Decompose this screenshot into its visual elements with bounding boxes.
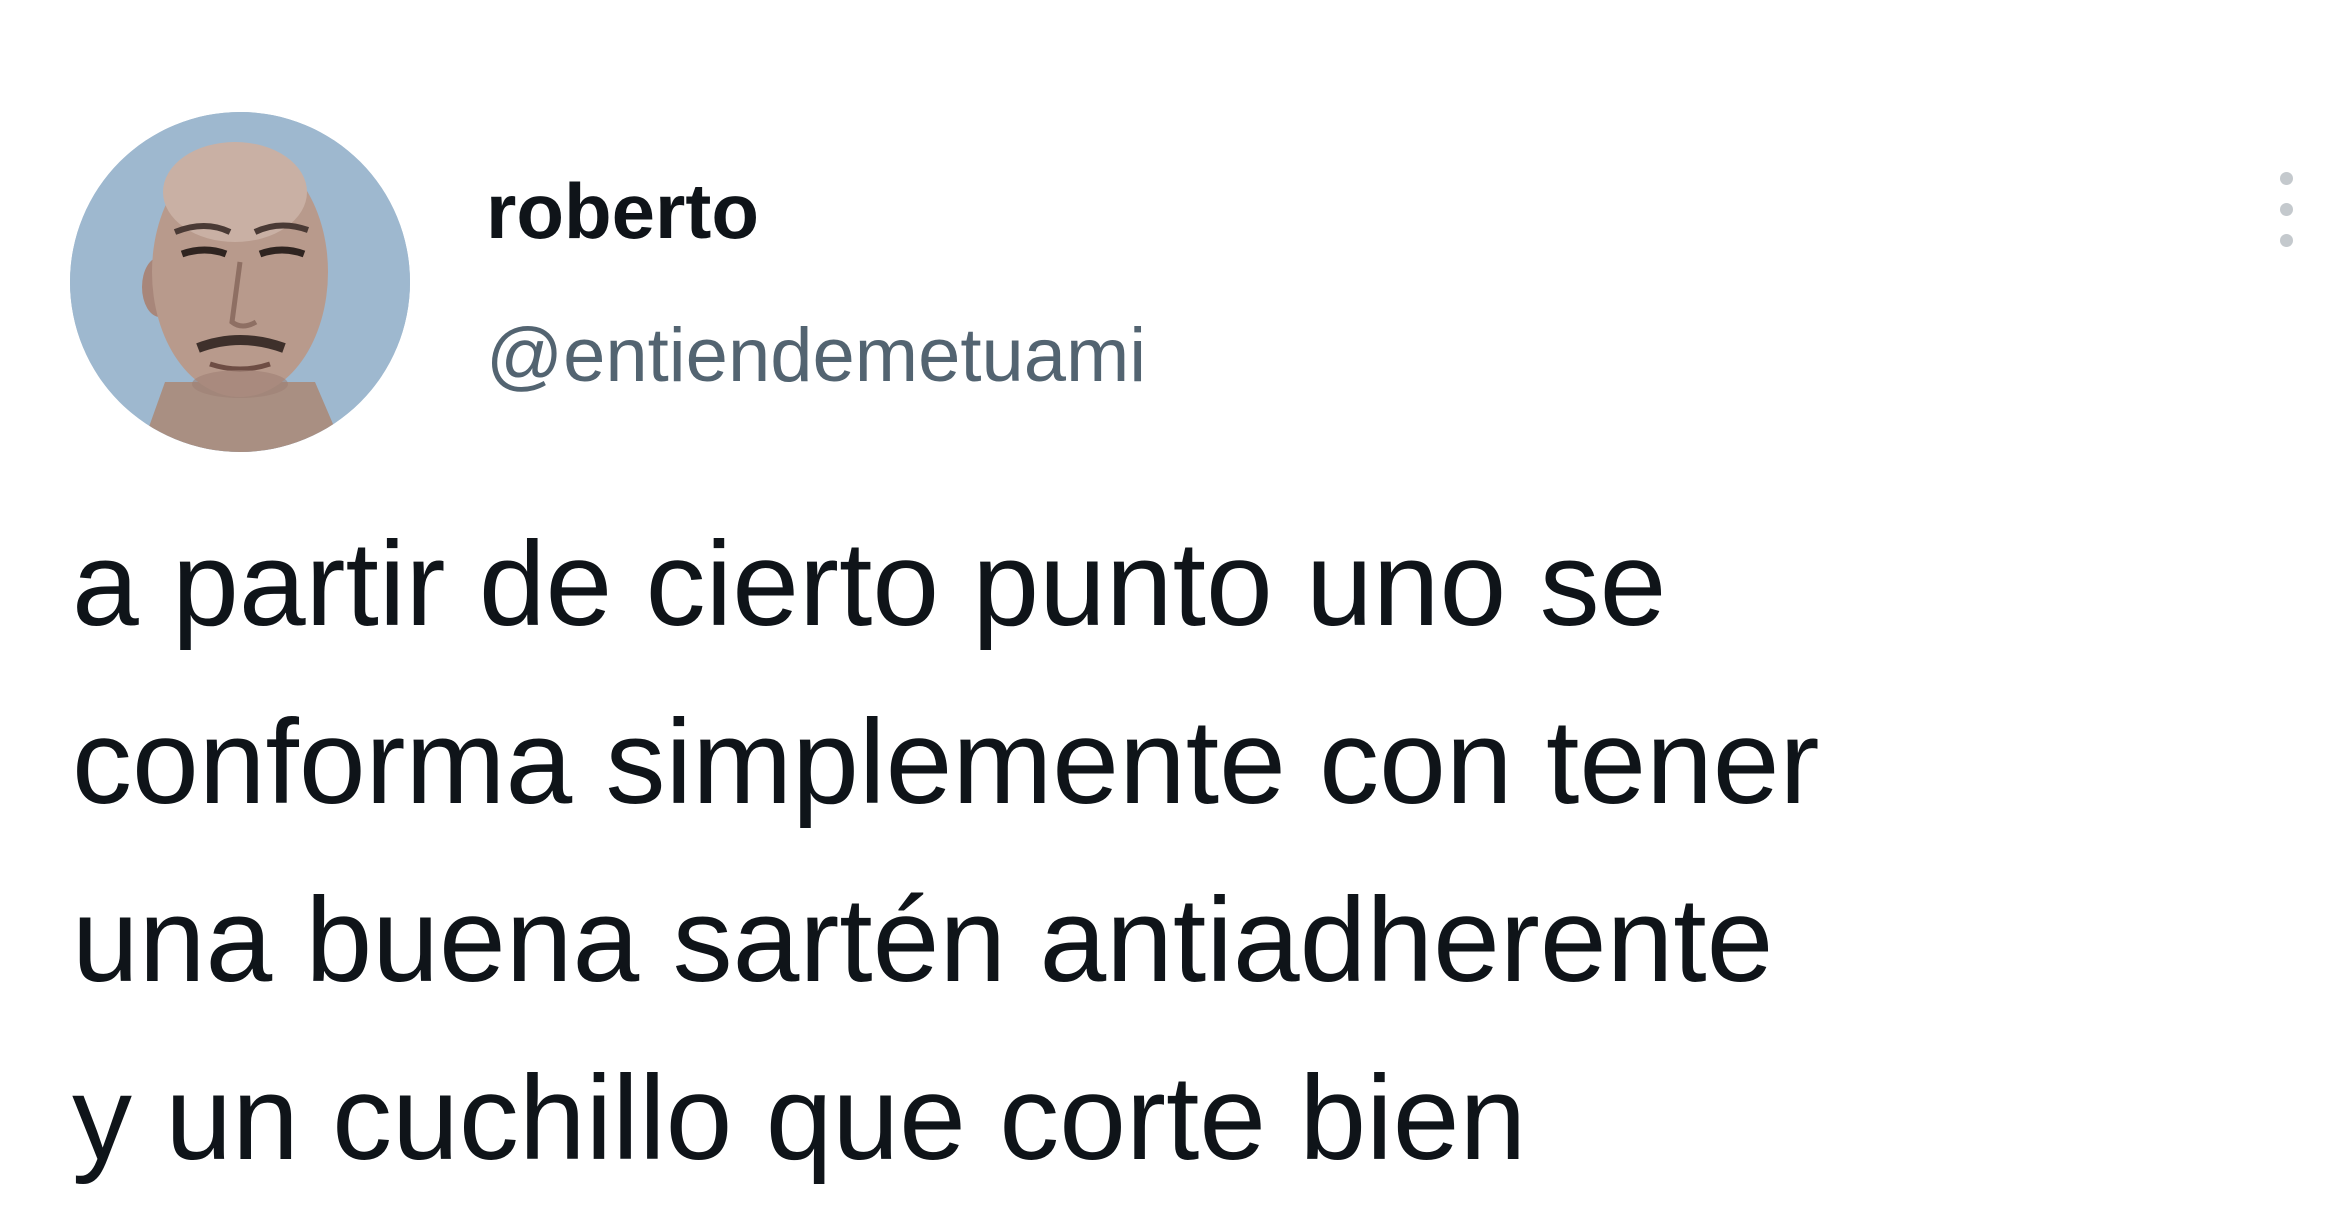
- tweet-card: roberto @entiendemetuami a partir de cie…: [0, 0, 2350, 1230]
- more-dot: [2280, 172, 2293, 185]
- tweet-text: a partir de cierto punto uno se conforma…: [72, 517, 1820, 1185]
- avatar-photo: [70, 112, 410, 452]
- author-handle[interactable]: @entiendemetuami: [486, 318, 1146, 394]
- more-vertical-icon[interactable]: [2258, 160, 2314, 260]
- more-dot: [2280, 234, 2293, 247]
- author-display-name[interactable]: roberto: [486, 172, 759, 250]
- more-dot: [2280, 203, 2293, 216]
- avatar[interactable]: [70, 112, 410, 452]
